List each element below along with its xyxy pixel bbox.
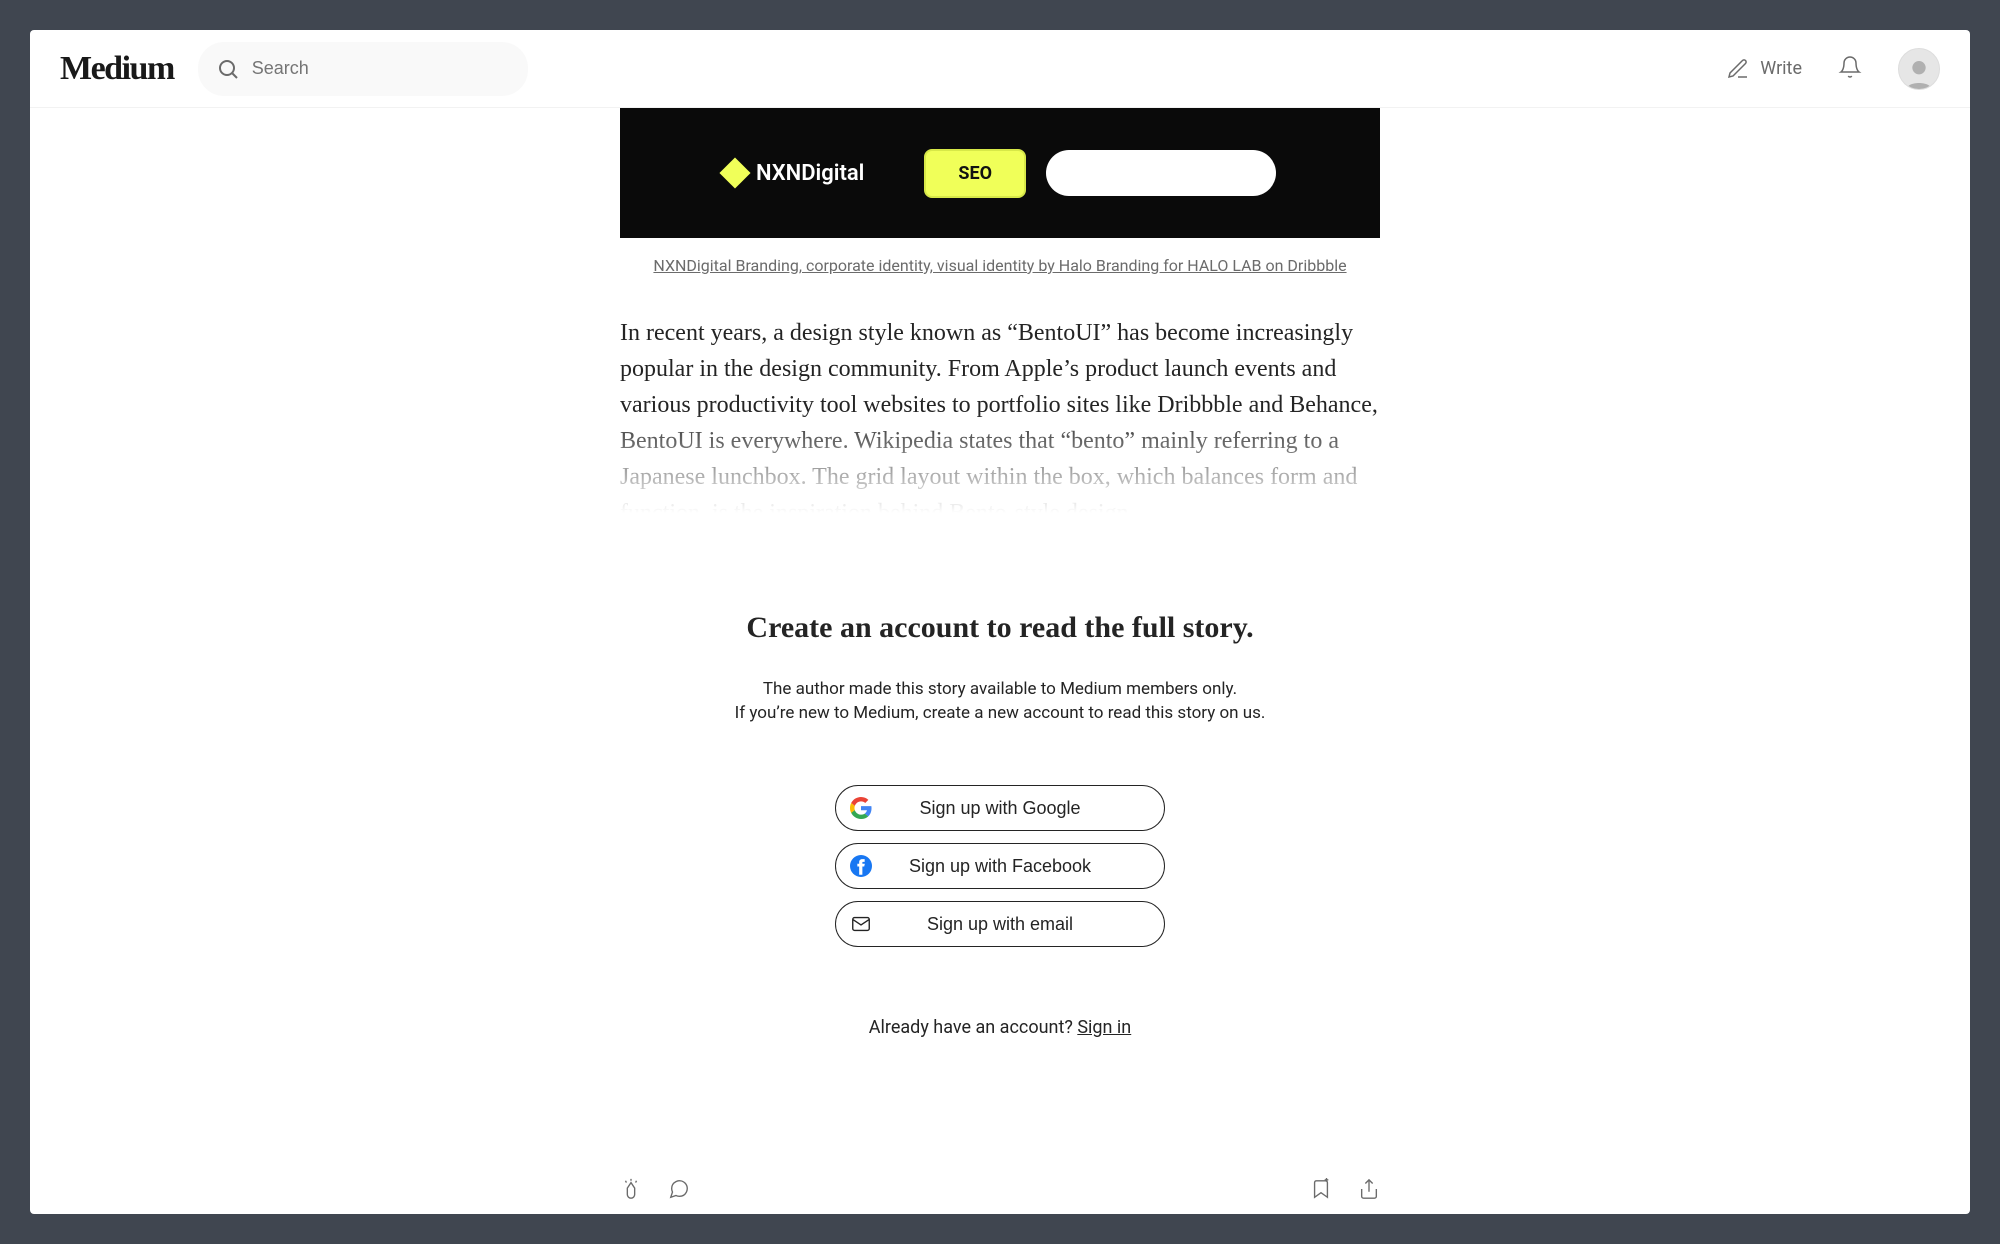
paywall-subtitle: The author made this story available to … <box>620 677 1380 725</box>
header-actions: Write <box>1726 48 1940 90</box>
paywall-sub-line2: If you’re new to Medium, create a new ac… <box>735 703 1266 723</box>
write-label: Write <box>1760 58 1802 79</box>
app-window: Medium Write NXNDigital SEO <box>30 30 1970 1214</box>
article-content: NXNDigital SEO NXNDigital Branding, corp… <box>620 108 1380 1200</box>
paywall-sub-line1: The author made this story available to … <box>763 679 1237 699</box>
comment-icon[interactable] <box>668 1178 690 1200</box>
hero-pill: SEO <box>924 149 1026 198</box>
write-button[interactable]: Write <box>1726 57 1802 81</box>
image-caption: NXNDigital Branding, corporate identity,… <box>620 256 1380 275</box>
article-footer-actions <box>620 1178 1380 1200</box>
mail-icon <box>850 913 872 935</box>
signup-email-label: Sign up with email <box>927 914 1073 935</box>
hero-brand-text: NXNDigital <box>756 161 864 186</box>
search-input[interactable] <box>252 58 510 79</box>
article-body: In recent years, a design style known as… <box>620 315 1380 531</box>
diamond-icon <box>719 157 750 188</box>
already-have-account: Already have an account? Sign in <box>620 1017 1380 1038</box>
caption-link[interactable]: NXNDigital Branding, corporate identity,… <box>653 256 1346 275</box>
paywall-fade <box>620 411 1380 531</box>
signup-facebook-label: Sign up with Facebook <box>909 856 1091 877</box>
bookmark-icon[interactable] <box>1310 1178 1332 1200</box>
signup-google-button[interactable]: Sign up with Google <box>835 785 1165 831</box>
avatar[interactable] <box>1898 48 1940 90</box>
bell-icon <box>1838 55 1862 79</box>
clap-icon[interactable] <box>620 1178 642 1200</box>
footer-right-actions <box>1310 1178 1380 1200</box>
footer-left-actions <box>620 1178 690 1200</box>
search-container[interactable] <box>198 42 528 96</box>
hero-brand: NXNDigital <box>724 161 864 186</box>
signup-google-label: Sign up with Google <box>919 798 1080 819</box>
signup-email-button[interactable]: Sign up with email <box>835 901 1165 947</box>
google-icon <box>850 797 872 819</box>
user-icon <box>1903 57 1935 89</box>
top-header: Medium Write <box>30 30 1970 108</box>
article-hero-image: NXNDigital SEO <box>620 108 1380 238</box>
signin-link[interactable]: Sign in <box>1077 1017 1131 1038</box>
paywall: Create an account to read the full story… <box>620 611 1380 1038</box>
signup-facebook-button[interactable]: Sign up with Facebook <box>835 843 1165 889</box>
already-text: Already have an account? <box>869 1017 1078 1038</box>
facebook-icon <box>850 855 872 877</box>
write-icon <box>1726 57 1750 81</box>
notifications-button[interactable] <box>1838 55 1862 83</box>
search-icon <box>216 57 240 81</box>
hero-white-pill <box>1046 150 1276 196</box>
medium-logo[interactable]: Medium <box>60 50 174 88</box>
paywall-title: Create an account to read the full story… <box>620 611 1380 645</box>
share-icon[interactable] <box>1358 1178 1380 1200</box>
